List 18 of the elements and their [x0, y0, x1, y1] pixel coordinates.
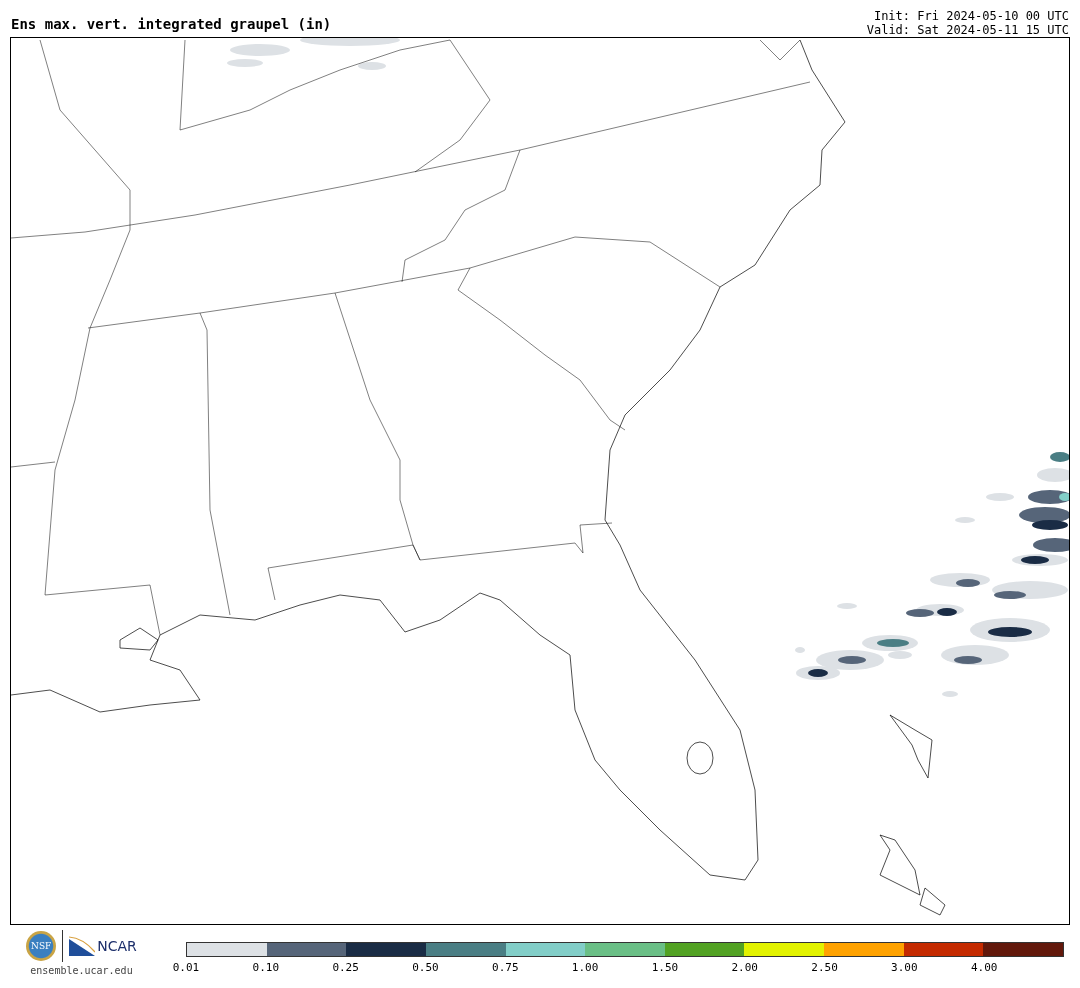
scale-label: 0.01 — [172, 961, 200, 974]
valid-time: Valid: Sat 2024-05-11 15 UTC — [866, 23, 1069, 37]
scale-label: 0.50 — [412, 961, 439, 974]
scale-label: 1.00 — [571, 961, 599, 974]
scale-label: 0.75 — [492, 961, 519, 974]
scale-label: 2.50 — [811, 961, 838, 974]
scale-label: 4.00 — [970, 961, 998, 974]
scale-label: 3.00 — [891, 961, 918, 974]
ncar-logo-icon — [69, 936, 96, 956]
init-time: Init: Fri 2024-05-10 00 UTC — [873, 9, 1069, 23]
ncar-logo-text: NCAR — [97, 938, 137, 954]
scale-label: 2.00 — [731, 961, 758, 974]
website-url: ensemble.ucar.edu — [30, 965, 133, 976]
scale-label: 0.25 — [332, 961, 359, 974]
scale-label: 1.50 — [651, 961, 679, 974]
scale-label: 0.10 — [252, 961, 280, 974]
map-title: Ens max. vert. integrated graupel (in) — [11, 16, 332, 34]
nsf-logo: NSF — [26, 931, 57, 961]
